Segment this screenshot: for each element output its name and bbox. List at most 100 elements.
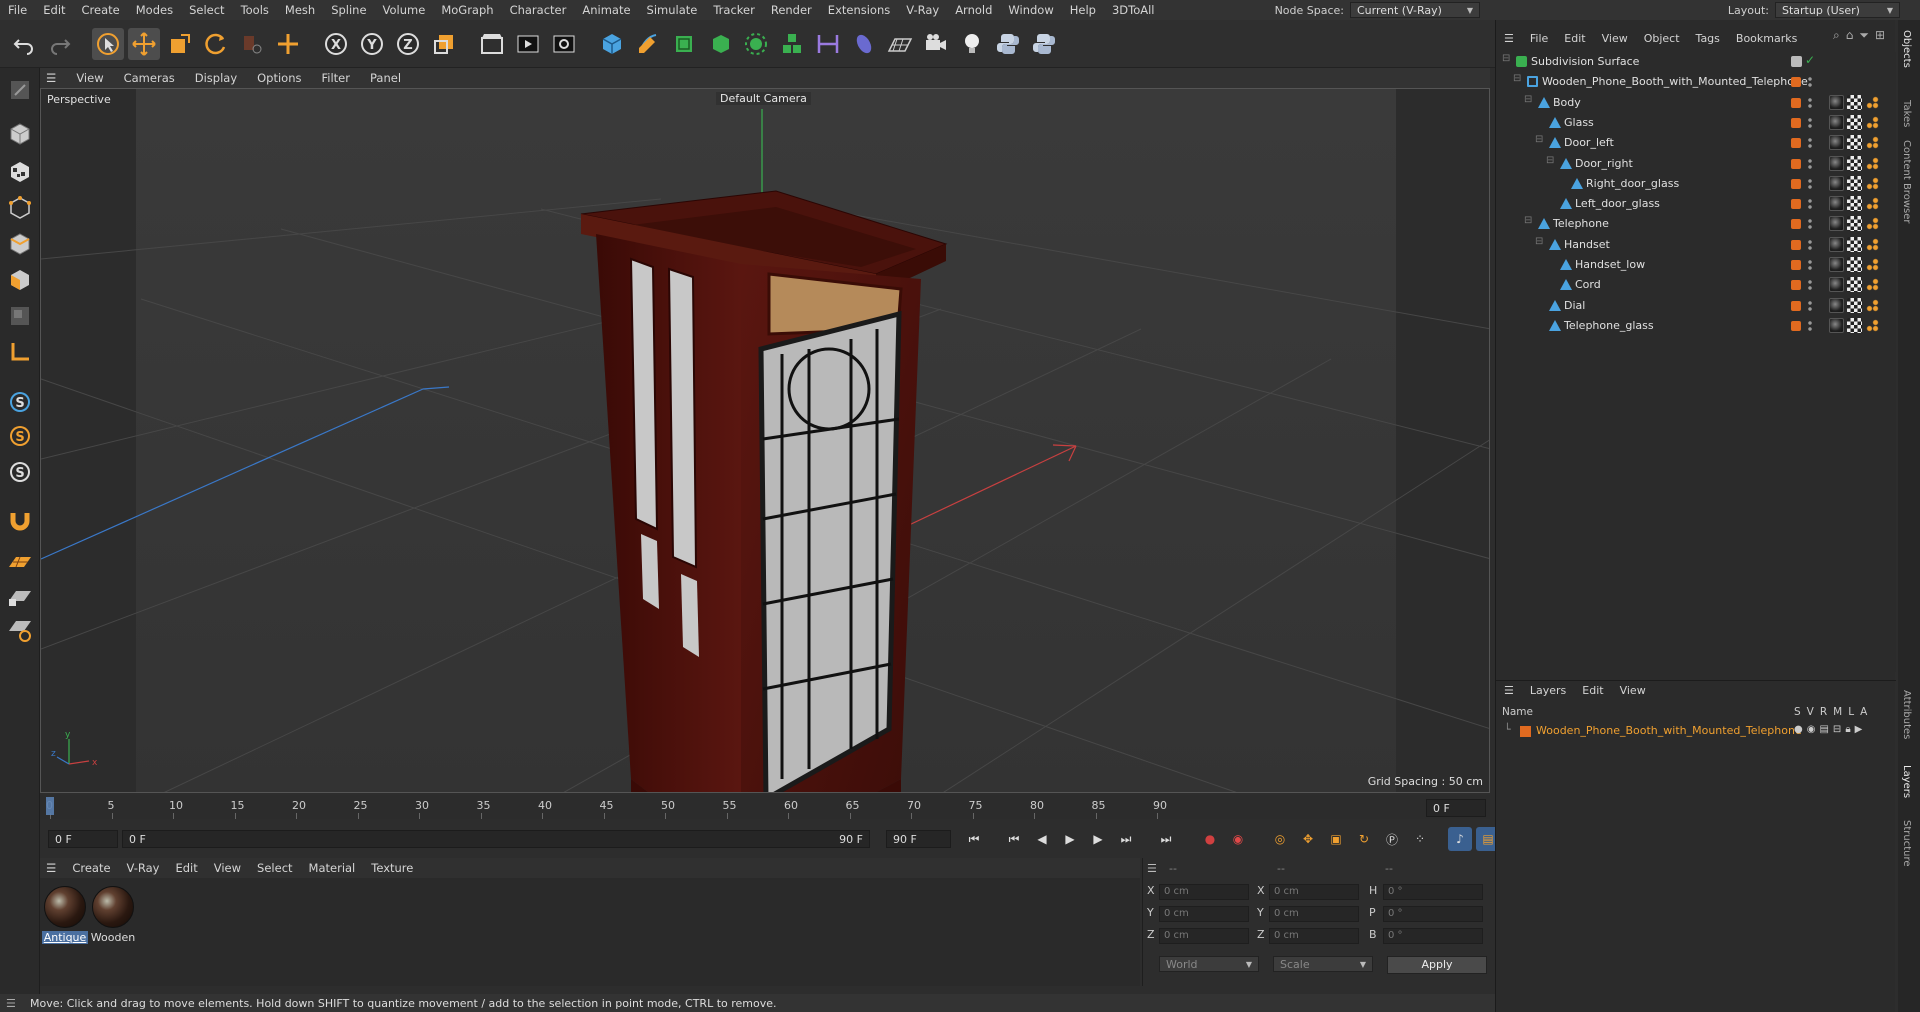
object-row[interactable]: Cord: [1496, 275, 1896, 295]
axis-mode-button[interactable]: [4, 336, 36, 368]
visibility-dots[interactable]: [1807, 197, 1813, 212]
viewport-menu-item[interactable]: Cameras: [114, 71, 185, 85]
layout-dropdown[interactable]: Startup (User) ▼: [1775, 2, 1900, 18]
snap-settings-button[interactable]: S: [4, 420, 36, 452]
object-menu-item[interactable]: Tags: [1688, 32, 1728, 45]
uv-tag-icon[interactable]: [1847, 135, 1862, 151]
key-move-button[interactable]: ✥: [1296, 827, 1320, 851]
side-tab[interactable]: Content Browser: [1901, 140, 1912, 223]
scale-button[interactable]: [164, 28, 196, 60]
light-button[interactable]: [956, 28, 988, 60]
menu-item[interactable]: Create: [74, 3, 128, 17]
object-name[interactable]: Wooden_Phone_Booth_with_Mounted_Telephon…: [1542, 75, 1808, 88]
camera-button[interactable]: [920, 28, 952, 60]
undo-button[interactable]: [8, 28, 40, 60]
z-axis-lock-button[interactable]: Z: [392, 28, 424, 60]
selection-tag-icon[interactable]: [1865, 94, 1880, 110]
material-wooden[interactable]: Wooden: [90, 886, 136, 944]
playhead[interactable]: [46, 797, 54, 815]
material-menu-icon[interactable]: ☰: [40, 861, 64, 875]
node-space-dropdown[interactable]: Current (V-Ray) ▼: [1350, 2, 1480, 18]
object-row[interactable]: ⊟ Handset: [1496, 235, 1896, 255]
timeline-ruler[interactable]: 051015202530354045505560657075808590: [40, 795, 1490, 819]
material-tag-icon[interactable]: [1829, 277, 1844, 293]
material-menu-item[interactable]: Select: [249, 861, 300, 875]
layer-menu-icon[interactable]: ☰: [1496, 684, 1522, 697]
object-name[interactable]: Door_right: [1575, 157, 1633, 170]
layer-color-swatch[interactable]: [1791, 117, 1801, 128]
object-menu-icon[interactable]: ☰: [1496, 32, 1522, 45]
side-tab[interactable]: Layers: [1901, 765, 1912, 798]
cloner-button[interactable]: [740, 28, 772, 60]
visibility-dots[interactable]: [1807, 156, 1813, 171]
uv-tag-icon[interactable]: [1847, 236, 1862, 252]
extrude-button[interactable]: [704, 28, 736, 60]
viewport-menu-icon[interactable]: ☰: [40, 71, 66, 85]
menu-item[interactable]: Character: [502, 3, 575, 17]
layer-color-swatch[interactable]: [1791, 178, 1801, 189]
live-select-button[interactable]: [92, 27, 124, 60]
visibility-dots[interactable]: [1807, 237, 1813, 252]
selection-tag-icon[interactable]: [1865, 317, 1880, 333]
visibility-dots[interactable]: [1807, 278, 1813, 293]
visibility-dots[interactable]: [1807, 176, 1813, 191]
material-tag-icon[interactable]: [1829, 317, 1844, 333]
selection-tag-icon[interactable]: [1865, 196, 1880, 212]
visibility-dots[interactable]: [1807, 95, 1813, 110]
layer-name[interactable]: Wooden_Phone_Booth_with_Mounted_Telephon…: [1536, 724, 1802, 737]
object-name[interactable]: Telephone: [1553, 217, 1609, 230]
uv-tag-icon[interactable]: [1847, 257, 1862, 272]
key-rotate-button[interactable]: ↻: [1352, 827, 1376, 851]
locked-workplane-button[interactable]: [4, 580, 36, 612]
recent-tool-button[interactable]: [236, 28, 268, 60]
max-frame-field[interactable]: 90 F: [886, 830, 951, 848]
lock-icon[interactable]: 🔒︎: [1845, 724, 1850, 735]
object-menu-item[interactable]: Object: [1636, 32, 1688, 45]
layer-color-swatch[interactable]: [1791, 320, 1801, 331]
menu-item[interactable]: Volume: [375, 3, 434, 17]
make-editable-button[interactable]: [4, 74, 36, 106]
render-region-button[interactable]: [476, 28, 508, 60]
texture-mode-button[interactable]: [4, 156, 36, 188]
object-name[interactable]: Dial: [1564, 299, 1585, 312]
animation-play-icon[interactable]: ▶: [1855, 724, 1863, 735]
material-tag-icon[interactable]: [1829, 135, 1844, 151]
checkmark-icon[interactable]: ✓: [1805, 53, 1815, 67]
size-z-field[interactable]: 0 cm: [1269, 928, 1359, 944]
selection-tag-icon[interactable]: [1865, 135, 1880, 151]
magnet-button[interactable]: [4, 504, 36, 536]
material-menu-item[interactable]: V-Ray: [119, 861, 168, 875]
selection-tag-icon[interactable]: [1865, 277, 1880, 293]
key-pla-button[interactable]: ⁘: [1408, 827, 1432, 851]
home-icon[interactable]: ⌂: [1846, 28, 1854, 43]
menu-item[interactable]: MoGraph: [433, 3, 501, 17]
layer-color-swatch[interactable]: [1791, 138, 1801, 149]
size-y-field[interactable]: 0 cm: [1269, 906, 1359, 922]
object-name[interactable]: Glass: [1564, 116, 1594, 129]
visible-eye-icon[interactable]: ◉: [1807, 724, 1816, 735]
field-button[interactable]: [848, 28, 880, 60]
material-tag-icon[interactable]: [1829, 114, 1844, 130]
object-menu-item[interactable]: File: [1522, 32, 1556, 45]
coordinate-space-dropdown[interactable]: World ▼: [1159, 956, 1259, 972]
y-axis-lock-button[interactable]: Y: [356, 28, 388, 60]
viewport-menu-item[interactable]: Filter: [312, 71, 360, 85]
menu-item[interactable]: V-Ray: [898, 3, 947, 17]
visibility-dots[interactable]: [1807, 318, 1813, 333]
selection-tag-icon[interactable]: [1865, 175, 1880, 191]
solo-toggle-icon[interactable]: ●: [1794, 724, 1803, 735]
model-mode-button[interactable]: [4, 118, 36, 150]
selection-tag-icon[interactable]: [1865, 257, 1880, 272]
visibility-dots[interactable]: [1807, 75, 1813, 90]
autokey-button[interactable]: ◉: [1226, 827, 1250, 851]
layer-color-swatch[interactable]: [1791, 199, 1801, 210]
record-button[interactable]: ●: [1198, 827, 1222, 851]
material-menu-item[interactable]: Edit: [167, 861, 205, 875]
material-tag-icon[interactable]: [1829, 175, 1844, 191]
object-row[interactable]: ⊟ Wooden_Phone_Booth_with_Mounted_Telepho…: [1496, 72, 1896, 92]
size-mode-dropdown[interactable]: Scale ▼: [1273, 956, 1373, 972]
layer-menu-item[interactable]: Layers: [1522, 684, 1574, 697]
mograph-button[interactable]: [776, 28, 808, 60]
render-clapper-icon[interactable]: ▤: [1819, 724, 1828, 735]
menu-item[interactable]: Animate: [574, 3, 638, 17]
